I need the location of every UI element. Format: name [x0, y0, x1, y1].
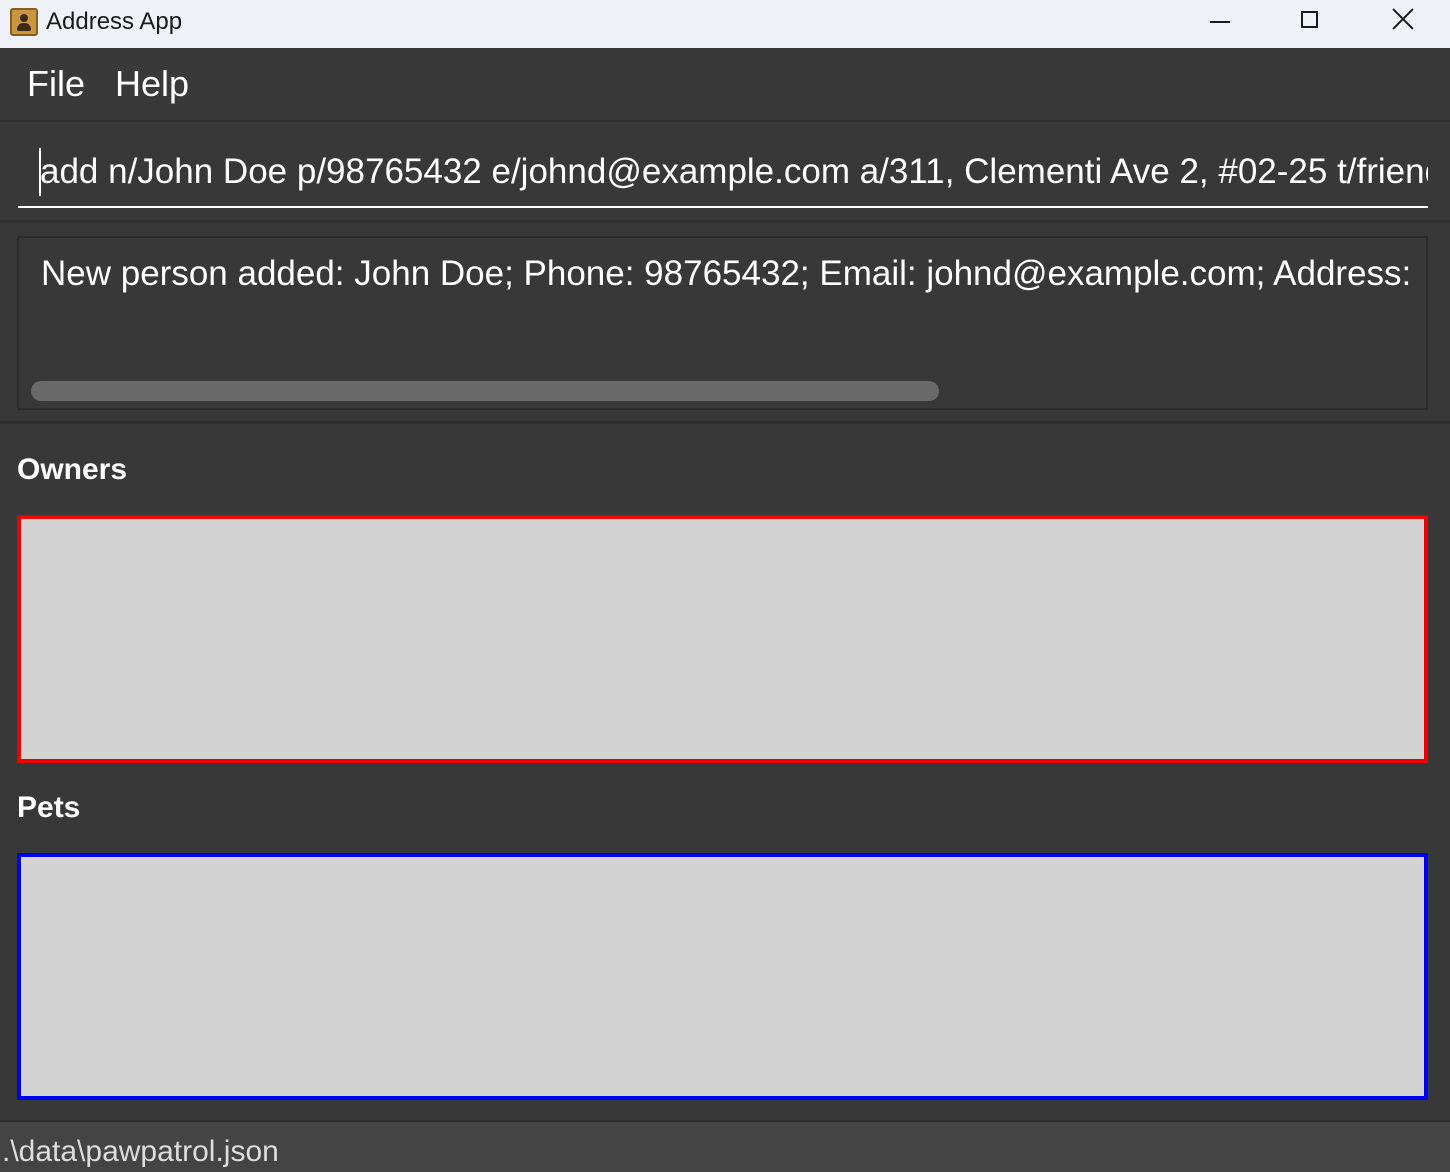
- title-bar: Address App: [0, 0, 1450, 48]
- pets-label: Pets: [17, 791, 81, 824]
- horizontal-scrollbar-thumb[interactable]: [31, 381, 939, 401]
- owners-label: Owners: [17, 453, 128, 486]
- close-icon: [1392, 8, 1414, 30]
- text-caret: [39, 148, 41, 196]
- minimize-icon: [1210, 21, 1230, 23]
- minimize-button[interactable]: [1174, 0, 1264, 48]
- close-button[interactable]: [1358, 0, 1448, 48]
- save-location: .\data\pawpatrol.json: [2, 1135, 279, 1168]
- command-box-area: add n/John Doe p/98765432 e/johnd@exampl…: [0, 122, 1450, 223]
- maximize-button[interactable]: [1264, 0, 1354, 48]
- command-text: add n/John Doe p/98765432 e/johnd@exampl…: [40, 152, 1428, 191]
- window-title: Address App: [46, 8, 183, 35]
- command-input[interactable]: add n/John Doe p/98765432 e/johnd@exampl…: [18, 142, 1428, 208]
- menu-file[interactable]: File: [27, 62, 85, 106]
- owners-list-panel[interactable]: [17, 515, 1428, 763]
- result-text: New person added: John Doe; Phone: 98765…: [41, 254, 1422, 293]
- divider: [0, 421, 1450, 424]
- status-bar: .\data\pawpatrol.json: [0, 1120, 1450, 1172]
- menu-help[interactable]: Help: [115, 62, 189, 106]
- menu-bar: File Help: [0, 48, 1450, 122]
- address-book-icon: [10, 8, 38, 36]
- pets-list-panel[interactable]: [17, 853, 1428, 1100]
- result-display[interactable]: New person added: John Doe; Phone: 98765…: [17, 236, 1428, 410]
- maximize-icon: [1301, 11, 1318, 28]
